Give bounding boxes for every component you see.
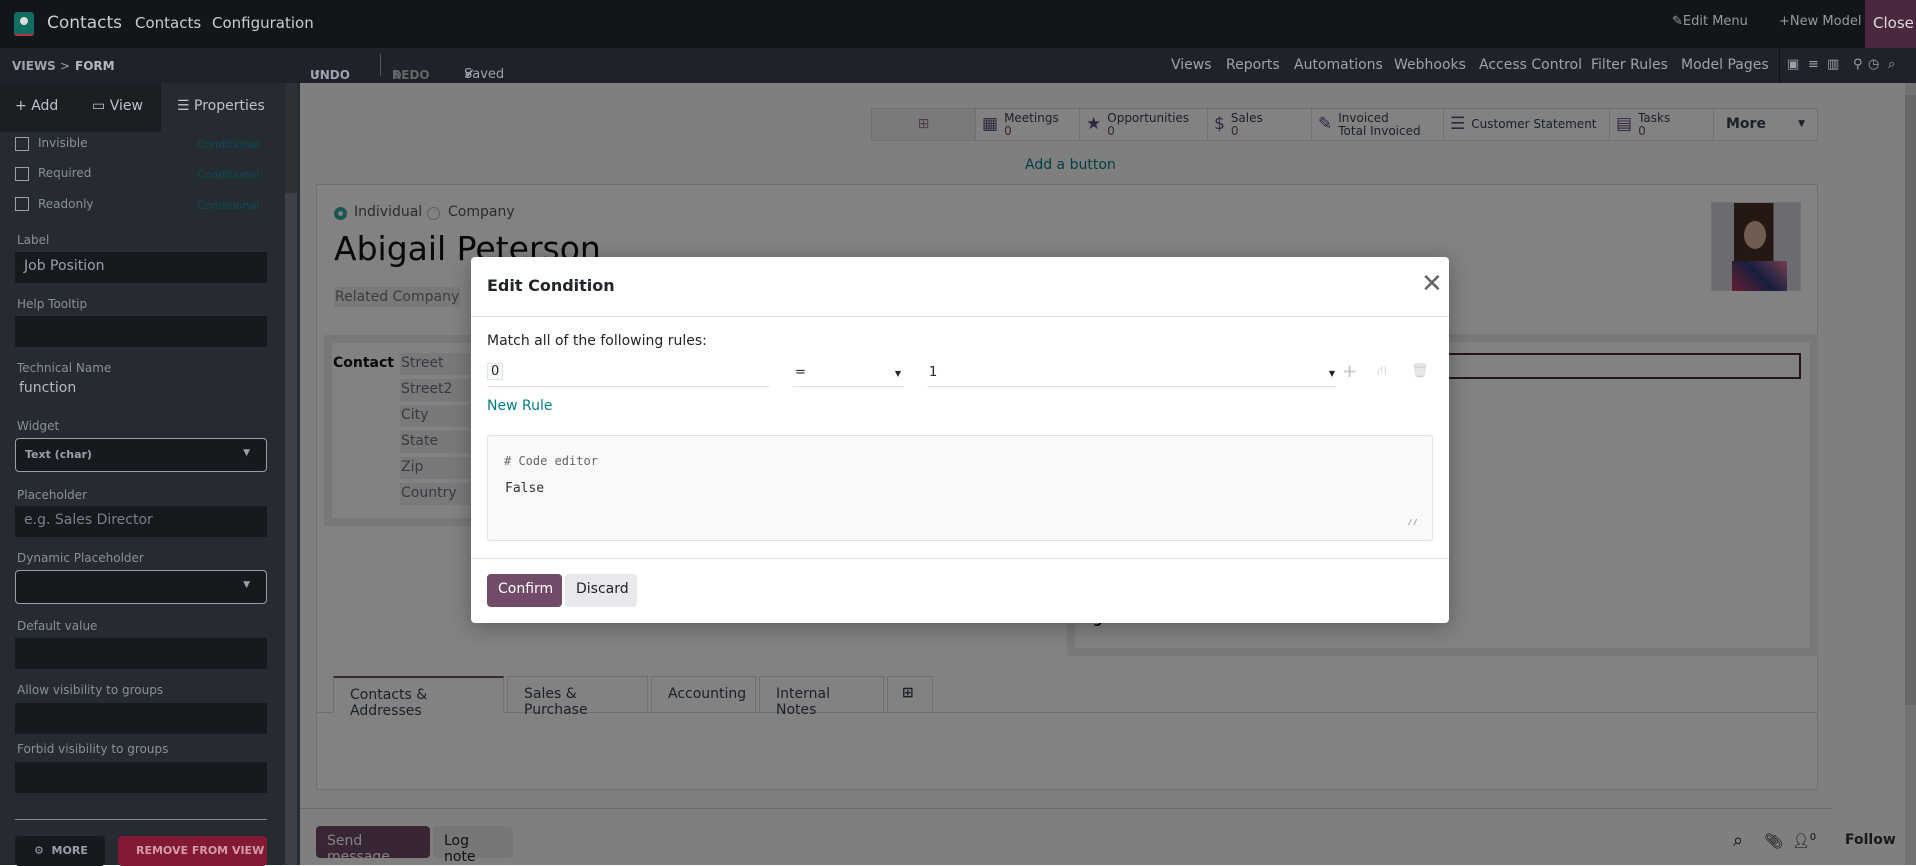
monitor-icon: ▭: [92, 98, 106, 114]
breadcrumb-views[interactable]: VIEWS: [12, 59, 56, 73]
dynamic-placeholder-select[interactable]: ▼: [15, 570, 267, 604]
breadcrumb-separator: >: [60, 59, 71, 73]
technical-name-label: Technical Name: [17, 361, 112, 375]
code-comment: # Code editor: [504, 454, 598, 468]
invisible-checkbox[interactable]: [15, 137, 29, 151]
rule-field-input[interactable]: 0: [487, 363, 770, 387]
divider: [471, 316, 1449, 317]
help-tooltip-label: Help Tooltip: [17, 297, 88, 311]
app-title[interactable]: Contacts: [47, 13, 122, 33]
studio-sidebar: + Add ▭ View ☰ Properties Invisible Cond…: [0, 83, 300, 866]
allow-groups-label: Allow visibility to groups: [17, 683, 164, 697]
divider: [471, 558, 1449, 559]
edit-condition-dialog: Edit Condition ✕ Match all of the follow…: [471, 257, 1449, 623]
menu-filter-rules[interactable]: Filter Rules: [1591, 57, 1668, 73]
required-conditional-link[interactable]: Conditional: [197, 168, 259, 181]
remove-from-view-button[interactable]: REMOVE FROM VIEW: [118, 836, 267, 866]
label-input[interactable]: Job Position: [15, 252, 267, 283]
code-value: False: [505, 481, 545, 496]
tab-properties[interactable]: ☰ Properties: [161, 83, 285, 132]
dynamic-placeholder-label: Dynamic Placeholder: [17, 551, 144, 565]
pencil-icon: ✎: [1672, 14, 1683, 29]
technical-name-value: function: [19, 380, 77, 396]
required-checkbox[interactable]: [15, 167, 29, 181]
caret-down-icon: ▼: [894, 369, 901, 378]
menu-views[interactable]: Views: [1171, 57, 1212, 73]
tab-view[interactable]: ▭ View: [92, 98, 143, 114]
new-rule-link[interactable]: New Rule: [487, 398, 552, 414]
breadcrumb-form: FORM: [75, 59, 115, 73]
default-value-label: Default value: [17, 619, 98, 633]
required-label: Required: [38, 166, 92, 180]
close-icon[interactable]: ✕: [1421, 269, 1443, 299]
placeholder-input[interactable]: e.g. Sales Director: [15, 506, 267, 537]
divider: [15, 819, 267, 820]
menu-access-control[interactable]: Access Control: [1479, 57, 1582, 73]
rule-operator-select[interactable]: = ▼: [793, 363, 904, 387]
new-model-button[interactable]: +New Model: [1779, 14, 1861, 29]
label-label: Label: [17, 233, 50, 247]
confirm-button[interactable]: Confirm: [487, 574, 562, 607]
allow-groups-input[interactable]: [15, 703, 267, 734]
trash-icon[interactable]: 🗑︎: [1411, 363, 1429, 379]
default-value-input[interactable]: [15, 638, 267, 669]
gear-icon: ⚙: [34, 844, 44, 857]
forbid-groups-input[interactable]: [15, 762, 267, 793]
widget-label: Widget: [17, 419, 60, 433]
menu-webhooks[interactable]: Webhooks: [1394, 57, 1466, 73]
menu-automations[interactable]: Automations: [1294, 57, 1383, 73]
readonly-label: Readonly: [38, 197, 94, 211]
resize-handle-icon[interactable]: ⁄⁄: [1407, 518, 1418, 528]
caret-down-icon: ▼: [1328, 369, 1335, 378]
invisible-label: Invisible: [38, 136, 88, 150]
more-button[interactable]: ⚙ MORE: [15, 836, 105, 866]
code-editor[interactable]: # Code editor False ⁄⁄: [487, 435, 1433, 541]
tab-add[interactable]: + Add: [15, 98, 58, 114]
activity-view-icon[interactable]: ◷: [1868, 57, 1879, 72]
menu-configuration[interactable]: Configuration: [212, 14, 314, 32]
studio-toolbar: VIEWS > FORM ↺ UNDO ↻ REDO ✔ Saved Views…: [0, 48, 1916, 83]
caret-down-icon: ▼: [243, 580, 250, 590]
menu-contacts[interactable]: Contacts: [135, 14, 201, 32]
divider: [1779, 48, 1780, 83]
caret-down-icon: ▼: [243, 448, 250, 458]
help-tooltip-input[interactable]: [15, 316, 267, 347]
match-rules-label: Match all of the following rules:: [487, 333, 707, 349]
rule-value-select[interactable]: 1 ▼: [927, 363, 1336, 387]
invisible-conditional-link[interactable]: Conditional: [197, 138, 259, 151]
readonly-checkbox[interactable]: [15, 197, 29, 211]
menu-model-pages[interactable]: Model Pages: [1681, 57, 1769, 73]
forbid-groups-label: Forbid visibility to groups: [17, 742, 169, 756]
widget-select[interactable]: Text (char) ▼: [15, 438, 267, 472]
close-studio-button[interactable]: Close: [1865, 0, 1916, 48]
add-rule-icon[interactable]: +: [1342, 361, 1357, 382]
list-view-icon[interactable]: ≡: [1808, 57, 1819, 72]
form-view-icon[interactable]: ▣: [1787, 57, 1799, 72]
sidebar-scrollbar[interactable]: [285, 83, 297, 865]
placeholder-label: Placeholder: [17, 488, 88, 502]
properties-icon: ☰: [177, 98, 190, 114]
discard-button[interactable]: Discard: [565, 574, 637, 607]
kanban-view-icon[interactable]: ▥: [1827, 57, 1839, 72]
search-view-icon[interactable]: ⌕: [1888, 57, 1895, 72]
menu-reports[interactable]: Reports: [1226, 57, 1280, 73]
edit-menu-button[interactable]: ✎Edit Menu: [1672, 14, 1748, 29]
plus-icon: +: [1779, 14, 1790, 29]
divider: [380, 54, 381, 76]
top-navbar: Contacts Contacts Configuration ✎Edit Me…: [0, 0, 1916, 48]
dialog-title: Edit Condition: [487, 276, 615, 295]
readonly-conditional-link[interactable]: Conditional: [197, 199, 259, 212]
add-branch-icon[interactable]: ⛙: [1377, 363, 1387, 381]
contacts-app-icon[interactable]: [14, 12, 34, 36]
map-view-icon[interactable]: ⚲: [1853, 57, 1863, 72]
